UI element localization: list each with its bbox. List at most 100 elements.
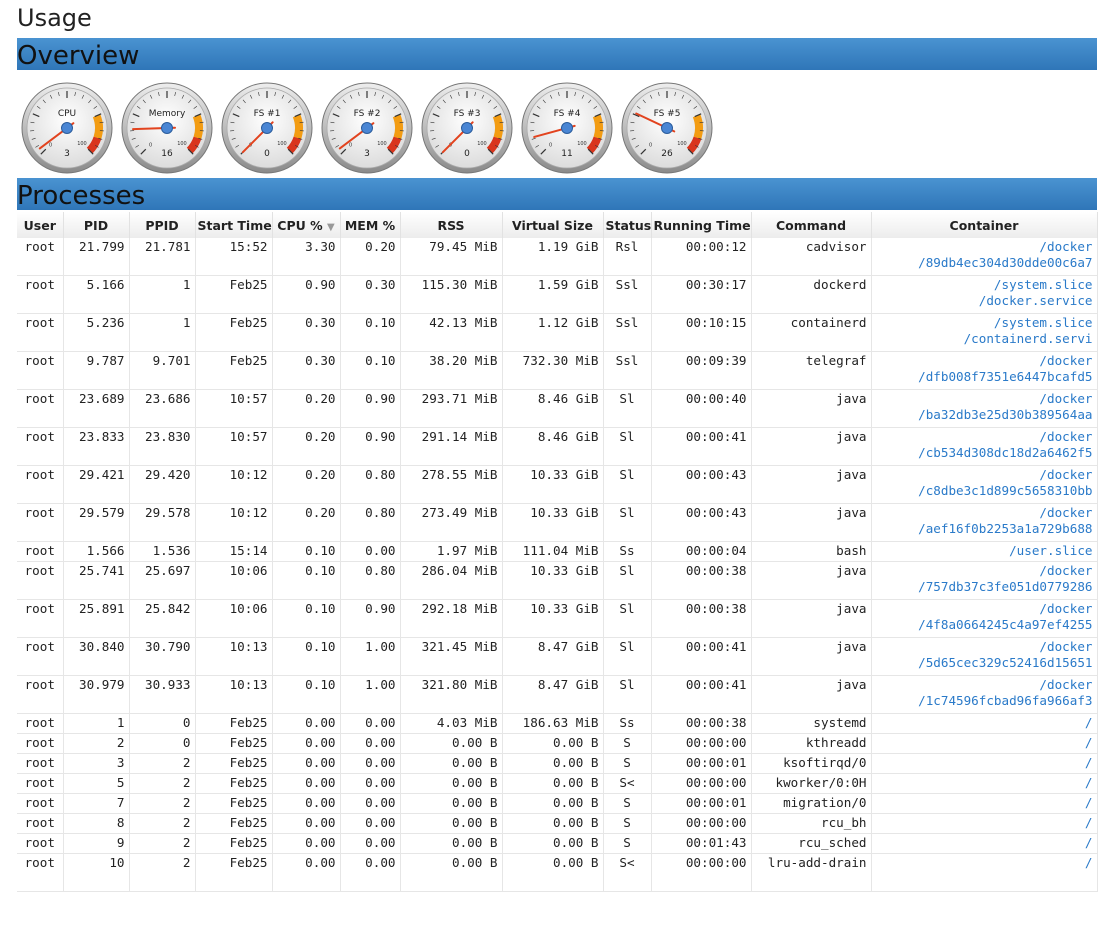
- container-link[interactable]: /docker: [876, 639, 1092, 655]
- container-link[interactable]: /docker: [876, 391, 1092, 407]
- container-link[interactable]: /docker: [876, 601, 1092, 617]
- table-row[interactable]: root 5.166 1 Feb25 0.90 0.30 115.30 MiB 1.59 Gi…: [17, 275, 1098, 314]
- col-user[interactable]: User: [17, 212, 64, 238]
- table-row[interactable]: root 8 2 Feb25 0.00 0.00 0.00 B 0.00 B S 00:00:00…: [17, 813, 1098, 834]
- container-link[interactable]: /89db4ec304d30dde00c6a7: [876, 255, 1092, 271]
- col-ppid[interactable]: PPID: [129, 212, 196, 238]
- cell-running-time: 00:01:43: [651, 833, 752, 854]
- cell-status: Rsl: [603, 238, 652, 276]
- container-link[interactable]: /: [876, 715, 1093, 731]
- gauge-fs-5: 0 100 FS #5 26: [621, 82, 713, 174]
- gauge-label: FS #4: [554, 109, 581, 119]
- table-row[interactable]: root 29.421 29.420 10:12 0.20 0.80 278.55 MiB 1…: [17, 465, 1098, 504]
- container-link[interactable]: /docker: [876, 467, 1092, 483]
- cell-container[interactable]: /: [871, 833, 1098, 854]
- cell-container[interactable]: /: [871, 713, 1098, 734]
- cell-container[interactable]: /: [871, 813, 1098, 834]
- cell-mem: 0.00: [340, 773, 401, 794]
- container-link[interactable]: /4f8a0664245c4a97ef4255: [876, 617, 1092, 633]
- container-link[interactable]: /aef16f0b2253a1a729b688: [876, 521, 1092, 537]
- cell-container[interactable]: /docker/aef16f0b2253a1a729b688: [871, 503, 1098, 542]
- col-command[interactable]: Command: [751, 212, 872, 238]
- table-row[interactable]: root 9 2 Feb25 0.00 0.00 0.00 B 0.00 B S 00:01:43…: [17, 833, 1098, 854]
- col-pid[interactable]: PID: [63, 212, 130, 238]
- table-row[interactable]: root 21.799 21.781 15:52 3.30 0.20 79.45 MiB 1.…: [17, 238, 1098, 276]
- container-link[interactable]: /docker: [876, 429, 1092, 445]
- col-start-time[interactable]: Start Time: [195, 212, 273, 238]
- col-virtual-size[interactable]: Virtual Size: [502, 212, 604, 238]
- cell-container[interactable]: /docker/cb534d308dc18d2a6462f5: [871, 427, 1098, 466]
- col-rss[interactable]: RSS: [400, 212, 503, 238]
- container-link[interactable]: /757db37c3fe051d0779286: [876, 579, 1092, 595]
- col-cpu[interactable]: CPU % ▼: [272, 212, 341, 238]
- cell-container[interactable]: /docker/757db37c3fe051d0779286: [871, 561, 1098, 600]
- cell-container[interactable]: /system.slice/containerd.servi: [871, 313, 1098, 352]
- table-row[interactable]: root 30.840 30.790 10:13 0.10 1.00 321.45 MiB 8…: [17, 637, 1098, 676]
- table-row[interactable]: root 30.979 30.933 10:13 0.10 1.00 321.80 MiB 8…: [17, 675, 1098, 714]
- table-row[interactable]: root 1.566 1.536 15:14 0.10 0.00 1.97 MiB 111.0…: [17, 541, 1098, 562]
- container-link[interactable]: /system.slice: [876, 315, 1093, 331]
- table-row[interactable]: root 23.689 23.686 10:57 0.20 0.90 293.71 MiB 8…: [17, 389, 1098, 428]
- table-row[interactable]: root 25.741 25.697 10:06 0.10 0.80 286.04 MiB 1…: [17, 561, 1098, 600]
- cell-container[interactable]: /: [871, 753, 1098, 774]
- col-running-time[interactable]: Running Time: [651, 212, 752, 238]
- container-link[interactable]: /containerd.servi: [876, 331, 1093, 347]
- cell-pid: 23.833: [63, 427, 130, 466]
- cell-container[interactable]: /: [871, 733, 1098, 754]
- container-link[interactable]: /system.slice: [876, 277, 1093, 293]
- table-row[interactable]: root 3 2 Feb25 0.00 0.00 0.00 B 0.00 B S 00:00:01…: [17, 753, 1098, 774]
- cell-start-time: Feb25: [195, 733, 273, 754]
- cell-container[interactable]: /: [871, 773, 1098, 794]
- table-row[interactable]: root 5.236 1 Feb25 0.30 0.10 42.13 MiB 1.12 GiB…: [17, 313, 1098, 352]
- container-link[interactable]: /: [876, 775, 1093, 791]
- cell-container[interactable]: /docker/dfb008f7351e6447bcafd5: [871, 351, 1098, 390]
- cell-container[interactable]: /user.slice: [871, 541, 1098, 562]
- gauge-min-label: 0: [349, 142, 352, 148]
- container-link[interactable]: /c8dbe3c1d899c5658310bb: [876, 483, 1092, 499]
- cell-container[interactable]: /system.slice/docker.service: [871, 275, 1098, 314]
- col-pid-label: PID: [83, 217, 109, 233]
- table-row[interactable]: root 2 0 Feb25 0.00 0.00 0.00 B 0.00 B S 00:00:00…: [17, 733, 1098, 754]
- container-link[interactable]: /dfb008f7351e6447bcafd5: [876, 369, 1092, 385]
- container-link[interactable]: /docker: [876, 239, 1092, 255]
- cell-container[interactable]: /docker/89db4ec304d30dde00c6a7: [871, 238, 1098, 276]
- table-row[interactable]: root 1 0 Feb25 0.00 0.00 4.03 MiB 186.63 MiB Ss 0…: [17, 713, 1098, 734]
- col-status[interactable]: Status: [603, 212, 652, 238]
- table-row[interactable]: root 9.787 9.701 Feb25 0.30 0.10 38.20 MiB 732.…: [17, 351, 1098, 390]
- table-row[interactable]: root 29.579 29.578 10:12 0.20 0.80 273.49 MiB 1…: [17, 503, 1098, 542]
- col-mem[interactable]: MEM %: [340, 212, 401, 238]
- table-row[interactable]: root 23.833 23.830 10:57 0.20 0.90 291.14 MiB 8…: [17, 427, 1098, 466]
- cell-container[interactable]: /docker/4f8a0664245c4a97ef4255: [871, 599, 1098, 638]
- cell-ppid: 2: [129, 793, 196, 814]
- cell-container[interactable]: /docker/ba32db3e25d30b389564aa: [871, 389, 1098, 428]
- container-link[interactable]: /docker.service: [876, 293, 1093, 309]
- container-link[interactable]: /5d65cec329c52416d15651: [876, 655, 1092, 671]
- cell-virtual-size: 1.12 GiB: [502, 313, 604, 352]
- container-link[interactable]: /docker: [876, 677, 1092, 693]
- table-row[interactable]: root 10 2 Feb25 0.00 0.00 0.00 B 0.00 B S< 00:00:…: [17, 853, 1098, 892]
- container-link[interactable]: /: [876, 815, 1093, 831]
- table-row[interactable]: root 7 2 Feb25 0.00 0.00 0.00 B 0.00 B S 00:00:01…: [17, 793, 1098, 814]
- container-link[interactable]: /1c74596fcbad96fa966af3: [876, 693, 1092, 709]
- container-link[interactable]: /docker: [876, 505, 1092, 521]
- cell-container[interactable]: /docker/c8dbe3c1d899c5658310bb: [871, 465, 1098, 504]
- cell-container[interactable]: /docker/5d65cec329c52416d15651: [871, 637, 1098, 676]
- gauge-max-label: 100: [677, 141, 687, 147]
- cell-rss: 321.45 MiB: [400, 637, 503, 676]
- container-link[interactable]: /cb534d308dc18d2a6462f5: [876, 445, 1092, 461]
- table-row[interactable]: root 5 2 Feb25 0.00 0.00 0.00 B 0.00 B S< 00:00:0…: [17, 773, 1098, 794]
- container-link[interactable]: /user.slice: [876, 543, 1092, 559]
- container-link[interactable]: /docker: [876, 563, 1092, 579]
- container-link[interactable]: /ba32db3e25d30b389564aa: [876, 407, 1092, 423]
- container-link[interactable]: /: [876, 755, 1093, 771]
- col-container[interactable]: Container: [871, 212, 1098, 238]
- cell-container[interactable]: /docker/1c74596fcbad96fa966af3: [871, 675, 1098, 714]
- cell-container[interactable]: /: [871, 793, 1098, 814]
- container-link[interactable]: /: [876, 795, 1093, 811]
- table-row[interactable]: root 25.891 25.842 10:06 0.10 0.90 292.18 MiB 1…: [17, 599, 1098, 638]
- container-link[interactable]: /: [876, 735, 1093, 751]
- cell-container[interactable]: /: [871, 853, 1098, 892]
- container-link[interactable]: /docker: [876, 353, 1092, 369]
- container-link[interactable]: /: [876, 855, 1093, 871]
- container-link[interactable]: /: [876, 835, 1093, 851]
